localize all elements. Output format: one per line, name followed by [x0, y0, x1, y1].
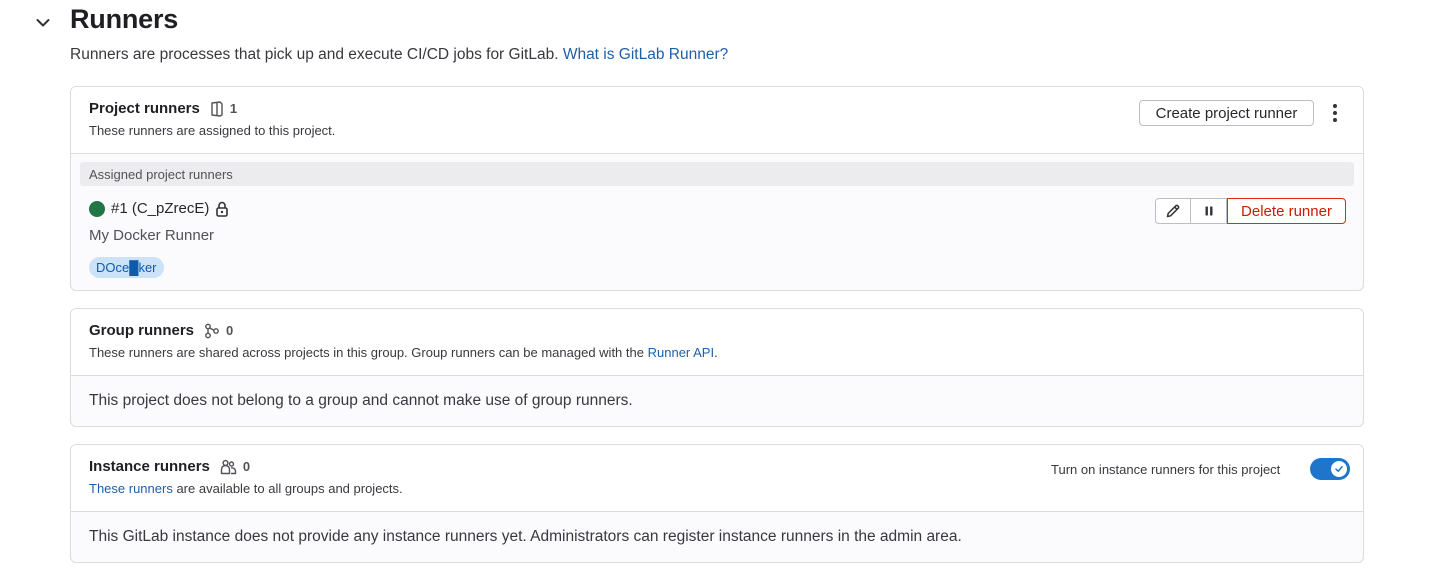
group-runners-title-text: Group runners: [89, 322, 195, 339]
more-actions-icon[interactable]: [1324, 99, 1346, 127]
project-icon: [210, 100, 224, 117]
instance-runners-title: Instance runners 0: [89, 458, 250, 475]
project-runners-header: Project runners 1 These runners are assi…: [71, 87, 1363, 154]
group-runners-empty-text: This project does not belong to a group …: [89, 392, 633, 409]
runner-name-row: #1 (C_pZrecE): [89, 200, 229, 217]
instance-runners-empty-text: This GitLab instance does not provide an…: [89, 528, 962, 545]
instance-runners-description-text: are available to all groups and projects…: [176, 481, 403, 496]
group-runners-description: These runners are shared across projects…: [89, 345, 718, 360]
group-icon: [204, 323, 220, 339]
runner-tag: DOce█ker: [89, 257, 164, 278]
instance-runners-description: These runners are available to all group…: [89, 481, 403, 496]
check-icon: [1331, 461, 1347, 477]
instance-runners-toggle-label: Turn on instance runners for this projec…: [1051, 462, 1281, 477]
group-runners-count: 0: [226, 323, 234, 338]
group-runners-title: Group runners 0: [89, 322, 233, 339]
status-online-icon: [89, 200, 105, 217]
what-is-gitlab-runner-link[interactable]: What is GitLab Runner?: [563, 46, 728, 63]
section-description-text: Runners are processes that pick up and e…: [70, 46, 559, 63]
instance-runners-toggle[interactable]: [1310, 458, 1350, 480]
lock-icon: [215, 201, 229, 217]
instance-runners-title-text: Instance runners: [89, 458, 210, 475]
project-runners-title-text: Project runners: [89, 100, 200, 117]
instance-runners-header: Instance runners 0 These runners are ava…: [71, 445, 1363, 512]
project-runners-title: Project runners 1: [89, 100, 237, 117]
project-runners-count: 1: [229, 101, 238, 116]
group-runners-description-text: These runners are shared across projects…: [89, 345, 644, 360]
delete-runner-button[interactable]: Delete runner: [1227, 198, 1346, 224]
runner-api-link[interactable]: Runner API: [648, 345, 715, 360]
edit-runner-button[interactable]: [1155, 198, 1191, 224]
create-project-runner-button[interactable]: Create project runner: [1139, 100, 1314, 126]
section-description: Runners are processes that pick up and e…: [70, 46, 728, 64]
pause-icon: [1205, 206, 1212, 216]
project-runners-description: These runners are assigned to this proje…: [89, 123, 336, 138]
instance-runners-card: Instance runners 0 These runners are ava…: [70, 444, 1364, 563]
page-title: Runners: [70, 4, 179, 34]
pause-runner-button[interactable]: [1191, 198, 1227, 224]
assigned-runners-subheader: Assigned project runners: [80, 162, 1354, 186]
runner-description: My Docker Runner: [89, 227, 215, 244]
project-runners-card: Project runners 1 These runners are assi…: [70, 86, 1364, 291]
chevron-down-icon[interactable]: [32, 12, 54, 34]
runner-link[interactable]: #1 (C_pZrecE): [111, 200, 209, 217]
instance-runners-count: 0: [242, 459, 251, 474]
runner-actions: Delete runner: [1155, 198, 1346, 224]
group-runners-card: Group runners 0 These runners are shared…: [70, 308, 1364, 427]
group-runners-header: Group runners 0 These runners are shared…: [71, 309, 1363, 376]
pencil-icon: [1166, 204, 1180, 218]
users-icon: [220, 459, 237, 475]
group-runners-description-end: .: [714, 345, 718, 360]
these-runners-link[interactable]: These runners: [89, 481, 173, 496]
